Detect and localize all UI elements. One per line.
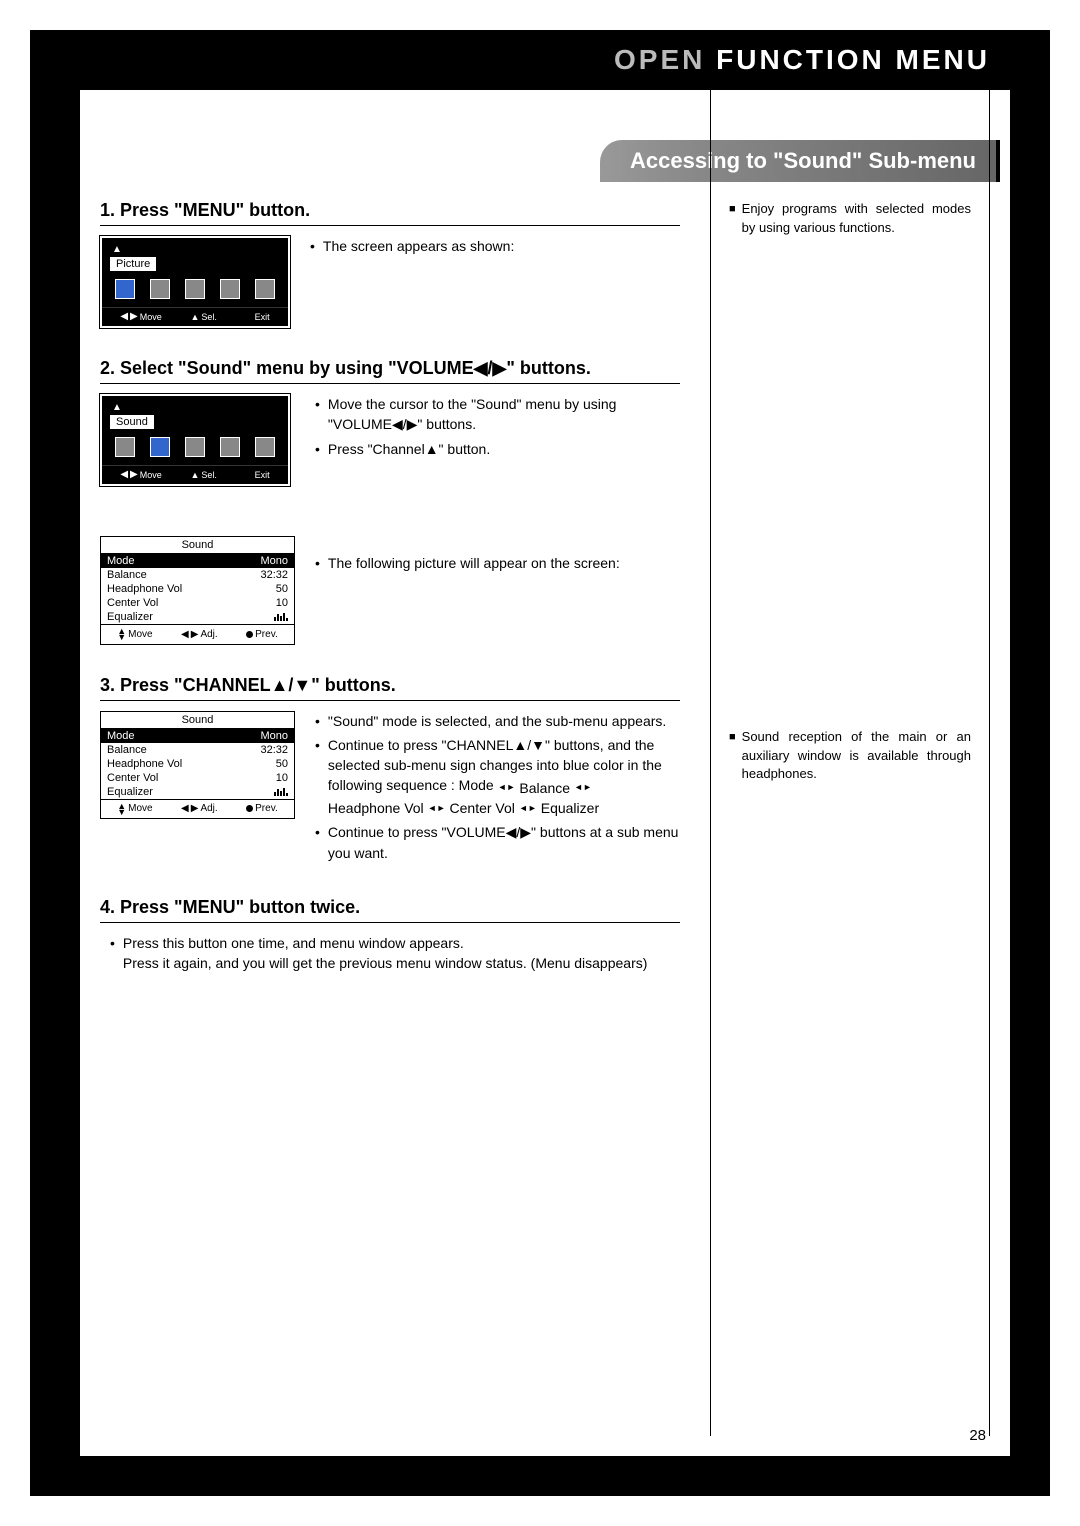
table-row: ModeMono: [101, 729, 294, 743]
double-arrow-icon: [519, 802, 537, 815]
step1-text: The screen appears as shown:: [323, 236, 514, 256]
osd-icon-picture: [115, 279, 135, 299]
osd-label: Sound: [110, 415, 154, 429]
double-arrow-icon: [428, 802, 446, 815]
table-row: Equalizer: [101, 610, 294, 624]
osd-icon-picture: [115, 437, 135, 457]
step1-heading: 1. Press "MENU" button.: [100, 200, 680, 226]
step-1: 1. Press "MENU" button. ▲ Picture: [100, 200, 680, 328]
dot-icon: [246, 631, 253, 638]
page-header: OPEN FUNCTION MENU: [614, 44, 990, 76]
step-2: 2. Select "Sound" menu by using "VOLUME◀…: [100, 358, 680, 645]
page-number: 28: [969, 1427, 986, 1444]
table-row: Center Vol10: [101, 596, 294, 610]
side-notes: Enjoy programs with selected modes by us…: [710, 90, 990, 1436]
step2-heading: 2. Select "Sound" menu by using "VOLUME◀…: [100, 358, 680, 384]
osd-picture: ▲ Picture Move ▲ Sel.: [100, 236, 290, 328]
double-arrow-icon: [498, 781, 516, 794]
note-2: Sound reception of the main or an auxili…: [729, 728, 971, 785]
table-row: Equalizer: [101, 785, 294, 799]
table-row: Center Vol10: [101, 771, 294, 785]
up-down-icon: ▲▼: [117, 628, 126, 641]
osd-icon-row: [102, 275, 288, 307]
sound-submenu: Sound ModeMono Balance32:32 Headphone Vo…: [100, 536, 295, 645]
dot-icon: [246, 313, 253, 320]
sound-submenu: Sound ModeMono Balance32:32 Headphone Vo…: [100, 711, 295, 820]
dot-icon: [246, 471, 253, 478]
table-row: Headphone Vol50: [101, 582, 294, 596]
table-row: Balance32:32: [101, 743, 294, 757]
step-3: 3. Press "CHANNEL▲/▼" buttons. Sound Mod…: [100, 675, 680, 867]
osd-icon-setup: [255, 279, 275, 299]
osd-icon-screen: [185, 437, 205, 457]
up-down-icon: ▲▼: [117, 803, 126, 816]
osd-label: Picture: [110, 257, 156, 271]
dot-icon: [246, 805, 253, 812]
step-4: 4. Press "MENU" button twice. Press this…: [100, 897, 680, 974]
table-row: ModeMono: [101, 554, 294, 568]
osd-icon-sound: [150, 437, 170, 457]
table-row: Headphone Vol50: [101, 757, 294, 771]
osd-icon-function: [220, 279, 240, 299]
up-arrow-icon: ▲: [102, 244, 288, 255]
step3-heading: 3. Press "CHANNEL▲/▼" buttons.: [100, 675, 680, 701]
osd-icon-sound: [150, 279, 170, 299]
header-open: OPEN: [614, 44, 705, 75]
osd-icon-screen: [185, 279, 205, 299]
table-row: Balance32:32: [101, 568, 294, 582]
left-right-icon: [120, 311, 137, 322]
left-right-icon: [181, 629, 198, 640]
main-content: 1. Press "MENU" button. ▲ Picture: [100, 90, 680, 1436]
osd-icon-function: [220, 437, 240, 457]
left-right-icon: [181, 803, 198, 814]
up-arrow-icon: ▲: [102, 402, 288, 413]
osd-icon-setup: [255, 437, 275, 457]
note-1: Enjoy programs with selected modes by us…: [729, 200, 971, 238]
header-title: FUNCTION MENU: [716, 44, 990, 75]
osd-sound: ▲ Sound Move: [100, 394, 290, 486]
step4-heading: 4. Press "MENU" button twice.: [100, 897, 680, 923]
double-arrow-icon: [574, 781, 592, 794]
left-right-icon: [120, 469, 137, 480]
